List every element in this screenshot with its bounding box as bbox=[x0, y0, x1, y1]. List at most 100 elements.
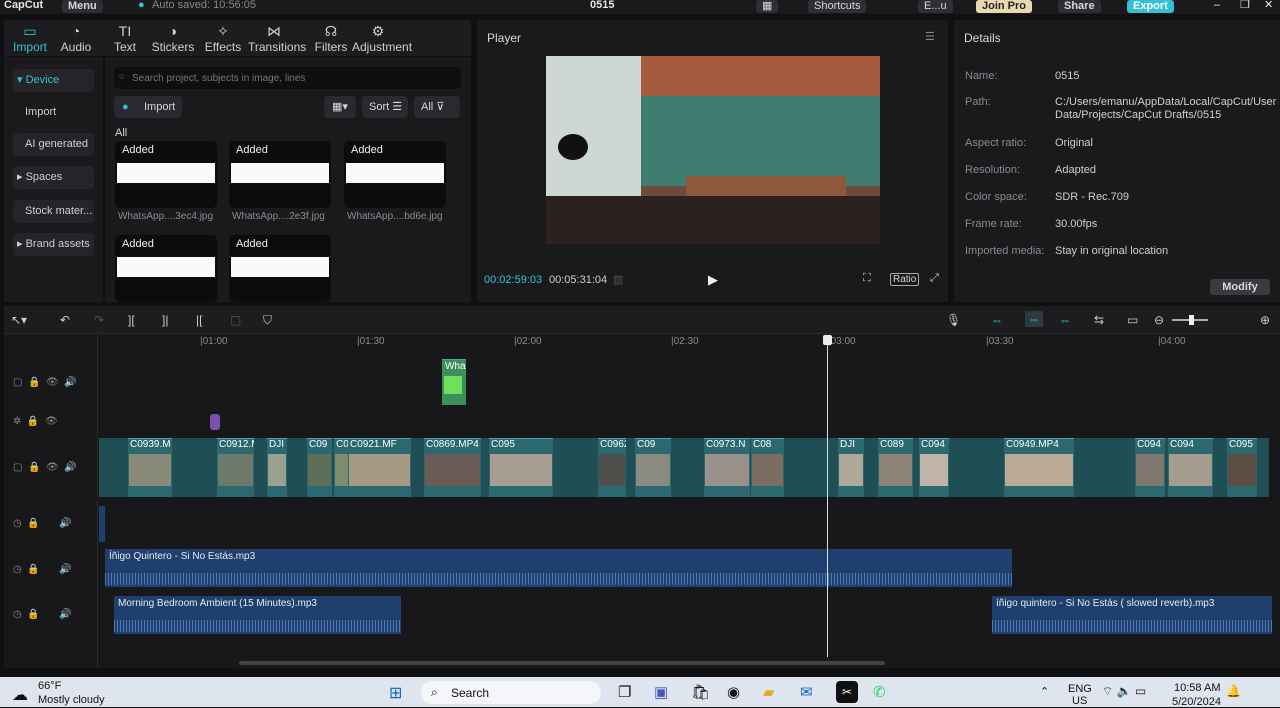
clock-date[interactable]: 5/20/2024 bbox=[1172, 696, 1221, 708]
sidebar-item-import[interactable]: Import bbox=[13, 101, 94, 124]
video-clip[interactable]: DJI bbox=[267, 438, 287, 497]
tab-effects[interactable]: ✧ Effects bbox=[197, 22, 249, 54]
export-button[interactable]: Export bbox=[1127, 0, 1174, 13]
maximize-icon[interactable]: ❐ bbox=[1240, 0, 1250, 11]
sidebar-item-stock[interactable]: Stock mater... bbox=[13, 200, 94, 223]
video-clip[interactable]: C089 bbox=[878, 438, 913, 497]
split-icon[interactable]: ][ bbox=[128, 313, 135, 327]
media-card[interactable]: Added bbox=[229, 141, 331, 208]
shield-icon[interactable]: ⛉ bbox=[263, 313, 272, 328]
play-icon[interactable]: ▶ bbox=[708, 272, 718, 288]
tab-audio[interactable]: ◔ Audio bbox=[50, 22, 102, 54]
mirror-icon[interactable]: ⇆ bbox=[1094, 313, 1104, 327]
media-card[interactable]: Added bbox=[229, 235, 331, 302]
sort-button[interactable]: Sort ☰ bbox=[362, 96, 408, 118]
effect-clip[interactable] bbox=[210, 414, 220, 430]
timeline-thumb-icon[interactable]: ▥ bbox=[613, 273, 623, 286]
preview-axis-icon[interactable]: ⇔ bbox=[1059, 313, 1071, 327]
tab-stickers[interactable]: ◑ Stickers bbox=[147, 22, 199, 54]
mail-icon[interactable]: ✉ bbox=[800, 683, 813, 701]
fullscreen-crop-icon[interactable]: ⛶ bbox=[863, 272, 871, 285]
wifi-icon[interactable]: ⌔ 🔈 ▭ bbox=[1102, 684, 1146, 699]
video-clip[interactable]: C0949.MP4 bbox=[1004, 438, 1074, 497]
filter-button[interactable]: All ⊽ bbox=[414, 96, 460, 118]
close-icon[interactable]: ✕ bbox=[1264, 0, 1273, 11]
zoom-out-icon[interactable]: ⊖ bbox=[1154, 313, 1164, 327]
microphone-icon[interactable]: 🎙 bbox=[946, 313, 961, 327]
zoom-in-icon[interactable]: ⊕ bbox=[1260, 313, 1270, 327]
sidebar-item-brand-assets[interactable]: ▸ Brand assets bbox=[13, 233, 94, 256]
clock-time[interactable]: 10:58 AM bbox=[1174, 682, 1220, 694]
media-card[interactable]: Added bbox=[115, 141, 217, 208]
file-explorer-icon[interactable]: ▰ bbox=[763, 683, 775, 701]
tray-chevron-icon[interactable]: ⌃ bbox=[1040, 685, 1049, 698]
video-clip[interactable]: C09 bbox=[307, 438, 332, 497]
tab-transitions[interactable]: ⋈ Transitions bbox=[248, 22, 306, 54]
modify-button[interactable]: Modify bbox=[1210, 279, 1270, 295]
audio-clip[interactable]: Morning Bedroom Ambient (15 Minutes).mp3 bbox=[114, 596, 401, 634]
player-menu-icon[interactable]: ☰ bbox=[925, 30, 935, 43]
minimize-icon[interactable]: – bbox=[1214, 0, 1220, 11]
video-clip[interactable]: C0921.MF bbox=[348, 438, 411, 497]
expand-icon[interactable]: ⤢ bbox=[930, 272, 939, 285]
zoom-slider-handle[interactable] bbox=[1189, 315, 1194, 325]
task-view-icon[interactable]: ❐ bbox=[618, 683, 631, 701]
redo-icon[interactable]: ↷ bbox=[94, 313, 104, 327]
media-card[interactable]: Added bbox=[115, 235, 217, 302]
notification-icon[interactable]: 🔔 bbox=[1226, 684, 1241, 698]
taskbar-search[interactable]: Search bbox=[421, 681, 601, 704]
view-toggle-icon[interactable]: ▦▾ bbox=[324, 96, 356, 118]
video-clip[interactable]: C0973.N bbox=[704, 438, 750, 497]
search-input[interactable]: Search project, subjects in image, lines bbox=[114, 67, 461, 89]
capcut-taskbar-icon[interactable]: ✂ bbox=[836, 681, 858, 703]
video-clip[interactable]: DJI bbox=[838, 438, 864, 497]
sidebar-item-device[interactable]: ▾ Device bbox=[13, 69, 94, 92]
audio-clip[interactable]: Íñigo Quintero - Si No Estás.mp3 bbox=[105, 549, 1012, 587]
media-card[interactable]: Added bbox=[344, 141, 446, 208]
video-clip[interactable]: C0869.MP4 bbox=[424, 438, 481, 497]
audio-snippet[interactable] bbox=[99, 506, 105, 542]
linkage-icon[interactable]: ⇔ bbox=[1025, 311, 1043, 327]
tab-filters[interactable]: ☊ Filters bbox=[305, 22, 357, 54]
magnet-icon[interactable]: ⇔ bbox=[991, 313, 1003, 327]
undo-icon[interactable]: ↶ bbox=[60, 313, 70, 327]
video-clip[interactable]: C0939.M bbox=[128, 438, 172, 497]
whatsapp-icon[interactable]: ✆ bbox=[873, 683, 886, 701]
join-pro-button[interactable]: Join Pro bbox=[976, 0, 1033, 13]
video-clip[interactable]: C08 bbox=[751, 438, 784, 497]
shortcuts-button[interactable]: Shortcuts bbox=[808, 0, 867, 13]
menu-button[interactable]: Menu bbox=[62, 0, 103, 13]
video-clip[interactable]: C09 bbox=[635, 438, 671, 497]
sidebar-item-spaces[interactable]: ▸ Spaces bbox=[13, 166, 94, 189]
video-clip[interactable]: C094 bbox=[1168, 438, 1213, 497]
overlay-clip[interactable]: Wha bbox=[442, 359, 466, 405]
video-clip[interactable]: C094 bbox=[919, 438, 949, 497]
video-clip[interactable]: C0912.M bbox=[217, 438, 254, 497]
tab-text[interactable]: TI Text bbox=[99, 22, 151, 54]
store-icon[interactable]: 🛍 bbox=[691, 683, 710, 701]
timeline-scrollbar[interactable] bbox=[239, 661, 885, 665]
tab-import[interactable]: ▭ Import bbox=[4, 22, 56, 54]
audio-clip[interactable]: íñigo quintero - Si No Estás ( slowed re… bbox=[992, 596, 1272, 634]
video-clip[interactable]: C094 bbox=[1135, 438, 1165, 497]
video-clip[interactable]: C095 bbox=[1227, 438, 1257, 497]
sidebar-item-ai-generated[interactable]: AI generated bbox=[13, 133, 94, 156]
screen-icon[interactable]: ▭ bbox=[1127, 313, 1138, 327]
video-clip[interactable]: C095 bbox=[489, 438, 553, 497]
tab-adjustment[interactable]: ⚙ Adjustment bbox=[352, 22, 412, 54]
user-account[interactable]: E...u bbox=[918, 0, 953, 13]
video-clip[interactable]: C0962 bbox=[598, 438, 626, 497]
windows-start-icon[interactable]: ⊞ bbox=[389, 683, 402, 703]
teams-icon[interactable]: ▣ bbox=[654, 683, 668, 701]
split-right-icon[interactable]: |[ bbox=[196, 313, 202, 327]
playhead-handle[interactable] bbox=[823, 335, 832, 345]
delete-icon[interactable]: ▢ bbox=[230, 313, 241, 327]
ratio-button[interactable]: Ratio bbox=[890, 273, 920, 286]
layout-icon[interactable]: ▦ bbox=[756, 0, 779, 13]
playhead[interactable] bbox=[827, 335, 828, 657]
split-left-icon[interactable]: ]| bbox=[162, 313, 168, 327]
share-button[interactable]: Share bbox=[1058, 0, 1101, 13]
lang-code[interactable]: ENG bbox=[1068, 683, 1092, 695]
select-icon[interactable]: ↖▾ bbox=[11, 313, 27, 327]
chrome-icon[interactable]: ◉ bbox=[727, 683, 740, 701]
